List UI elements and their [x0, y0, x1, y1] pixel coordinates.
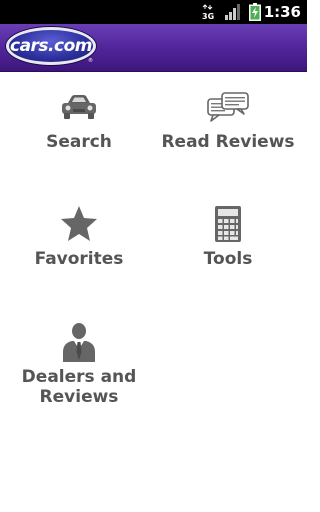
svg-text:3G: 3G [202, 12, 214, 20]
signal-strength-icon [225, 4, 240, 20]
dealers-and-reviews-label: Dealers and Reviews [21, 367, 137, 407]
search-menu-item[interactable]: Search [4, 87, 154, 152]
logo-trademark: ® [88, 58, 93, 64]
status-bar: 3G 1:36 [0, 0, 307, 24]
logo-text: cars.com [10, 36, 92, 56]
star-icon [57, 204, 101, 244]
favorites-label: Favorites [34, 249, 124, 269]
status-clock: 1:36 [263, 3, 301, 21]
calculator-icon [206, 204, 250, 244]
tools-label: Tools [203, 249, 253, 269]
dealer-person-icon [57, 322, 101, 362]
speech-bubbles-icon [206, 87, 250, 127]
dealers-and-reviews-menu-item[interactable]: Dealers and Reviews [4, 322, 154, 407]
read-reviews-menu-item[interactable]: Read Reviews [153, 87, 303, 152]
3g-data-icon: 3G [202, 4, 214, 20]
read-reviews-label: Read Reviews [161, 132, 295, 152]
cars-com-logo[interactable]: cars.com [6, 27, 96, 65]
app-header: cars.com ® [0, 24, 307, 72]
battery-charging-icon [249, 3, 261, 21]
favorites-menu-item[interactable]: Favorites [4, 204, 154, 269]
search-label: Search [46, 132, 112, 152]
car-icon [57, 87, 101, 127]
tools-menu-item[interactable]: Tools [153, 204, 303, 269]
